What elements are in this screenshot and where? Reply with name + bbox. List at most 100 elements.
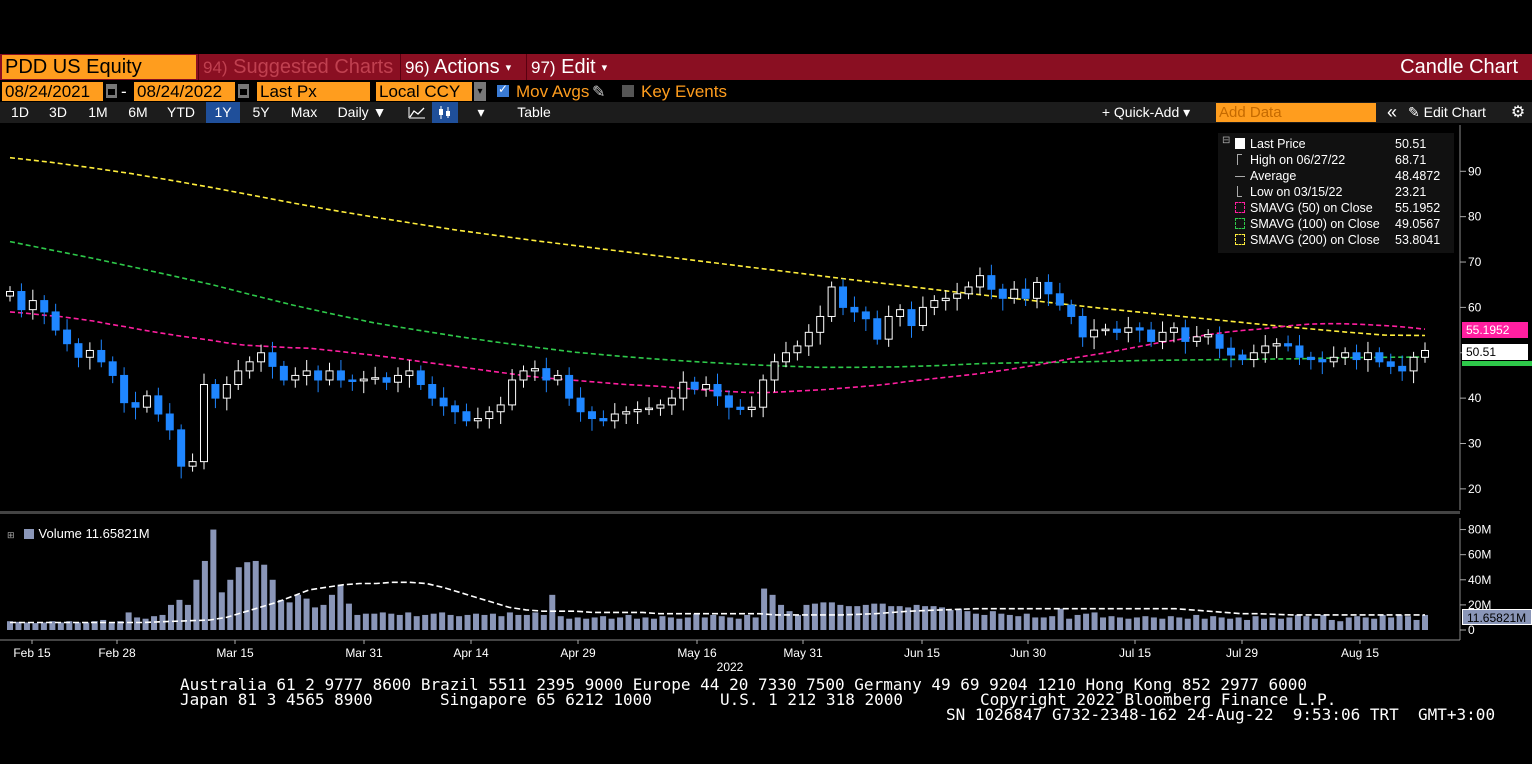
- volume-bar: [659, 616, 666, 630]
- candle-down: [1318, 359, 1327, 363]
- candle-up: [884, 315, 893, 340]
- volume-bar: [854, 606, 861, 630]
- candle-up: [1124, 327, 1133, 333]
- volume-bar: [1032, 617, 1039, 630]
- volume-bar: [235, 567, 242, 630]
- candle-down: [451, 405, 460, 413]
- legend-value: 55.1952: [1395, 201, 1441, 215]
- volume-bar: [955, 608, 962, 630]
- volume-bar: [1413, 619, 1420, 630]
- last-price-tag: 50.51: [1462, 344, 1528, 360]
- volume-bar: [1362, 617, 1369, 630]
- volume-bar: [540, 614, 547, 630]
- candle-down: [987, 275, 996, 290]
- candle-down: [599, 418, 608, 422]
- volume-bar: [447, 614, 454, 630]
- volume-legend[interactable]: ⊞ Volume 11.65821M: [7, 525, 150, 544]
- expand-icon[interactable]: ⊞: [7, 526, 15, 544]
- x-tick-label: Jun 30: [1010, 646, 1046, 660]
- volume-bar: [1354, 616, 1361, 630]
- candle-down: [1215, 334, 1224, 349]
- candle-down: [120, 374, 129, 404]
- volume-bar: [23, 622, 30, 630]
- legend-row[interactable]: Low on 03/15/22 23.21: [1218, 184, 1454, 200]
- volume-bar: [362, 613, 369, 630]
- high-tick-icon: [1237, 154, 1242, 165]
- volume-bar: [74, 622, 81, 630]
- y-tick-label: 80: [1468, 210, 1482, 224]
- volume-bar: [422, 614, 429, 630]
- volume-bar: [430, 613, 437, 630]
- candle-up: [1261, 345, 1270, 354]
- legend-row[interactable]: SMAVG (100) on Close 49.0567: [1218, 216, 1454, 232]
- candle-down: [1375, 352, 1384, 363]
- volume-bar: [701, 617, 708, 630]
- candle-down: [1306, 356, 1315, 361]
- volume-bar: [498, 616, 505, 630]
- candle-up: [142, 395, 151, 408]
- x-tick-label: May 16: [677, 646, 717, 660]
- candle-up: [85, 349, 94, 358]
- candle-up: [359, 378, 368, 382]
- volume-bar: [761, 588, 768, 630]
- volume-bar: [1405, 616, 1412, 630]
- volume-bar: [320, 604, 327, 630]
- vol-tick-label: 60M: [1468, 548, 1491, 562]
- candle-up: [473, 418, 482, 422]
- volume-bar: [642, 617, 649, 630]
- candle-down: [279, 365, 288, 381]
- legend-row[interactable]: SMAVG (50) on Close 55.1952: [1218, 200, 1454, 216]
- x-tick-label: Apr 14: [453, 646, 489, 660]
- volume-tag: 11.65821M: [1462, 609, 1532, 625]
- volume-bar: [693, 613, 700, 630]
- volume-bar: [176, 599, 183, 630]
- price-chart[interactable]: 2030405060708090020M40M60M80M Feb 15Feb …: [0, 0, 1532, 764]
- candle-up: [896, 309, 905, 317]
- volume-bar: [718, 616, 725, 630]
- volume-bar: [1261, 618, 1268, 630]
- legend-row[interactable]: Last Price 50.51: [1218, 136, 1454, 152]
- pane-divider[interactable]: [0, 511, 1460, 514]
- x-tick-label: Mar 31: [345, 646, 383, 660]
- volume-bar: [871, 603, 878, 630]
- volume-bar: [83, 622, 90, 630]
- volume-bar: [312, 607, 319, 630]
- volume-bar: [481, 614, 488, 630]
- candle-up: [553, 374, 562, 381]
- legend-row[interactable]: SMAVG (200) on Close 53.8041: [1218, 232, 1454, 248]
- legend-row[interactable]: High on 06/27/22 68.71: [1218, 152, 1454, 168]
- candle-up: [1363, 352, 1372, 361]
- vol-tick-label: 80M: [1468, 523, 1491, 537]
- legend-row[interactable]: Average 48.4872: [1218, 168, 1454, 184]
- volume-bar: [1057, 608, 1064, 630]
- vol-tick-label: 40M: [1468, 573, 1491, 587]
- candle-down: [1352, 352, 1361, 361]
- legend-label: Last Price: [1250, 137, 1306, 151]
- candle-up: [1090, 329, 1099, 338]
- volume-bar: [1320, 614, 1327, 630]
- volume-legend-value: 11.65821M: [85, 526, 150, 541]
- volume-bar: [286, 602, 293, 630]
- volume-bar: [1023, 613, 1030, 630]
- collapse-legend-icon[interactable]: ⊟: [1222, 135, 1230, 146]
- candle-up: [1010, 288, 1019, 299]
- footer-japan: Japan 81 3 4565 8900: [180, 690, 373, 709]
- candle-up: [633, 408, 642, 413]
- candle-down: [74, 343, 83, 358]
- candle-down: [314, 370, 323, 381]
- volume-bar: [295, 594, 302, 630]
- candle-down: [462, 411, 471, 422]
- volume-bar: [1049, 616, 1056, 630]
- volume-bar: [1337, 621, 1344, 630]
- candle-down: [108, 361, 117, 376]
- volume-bar: [820, 602, 827, 630]
- candle-up: [953, 293, 962, 299]
- candle-down: [907, 309, 916, 327]
- volume-bar: [523, 614, 530, 630]
- volume-bar: [913, 604, 920, 630]
- candle-down: [1181, 327, 1190, 342]
- candle-up: [964, 286, 973, 295]
- candle-up: [975, 275, 984, 288]
- chart-legend[interactable]: Last Price 50.51 High on 06/27/22 68.71 Aver…: [1218, 133, 1454, 253]
- candle-up: [6, 291, 14, 297]
